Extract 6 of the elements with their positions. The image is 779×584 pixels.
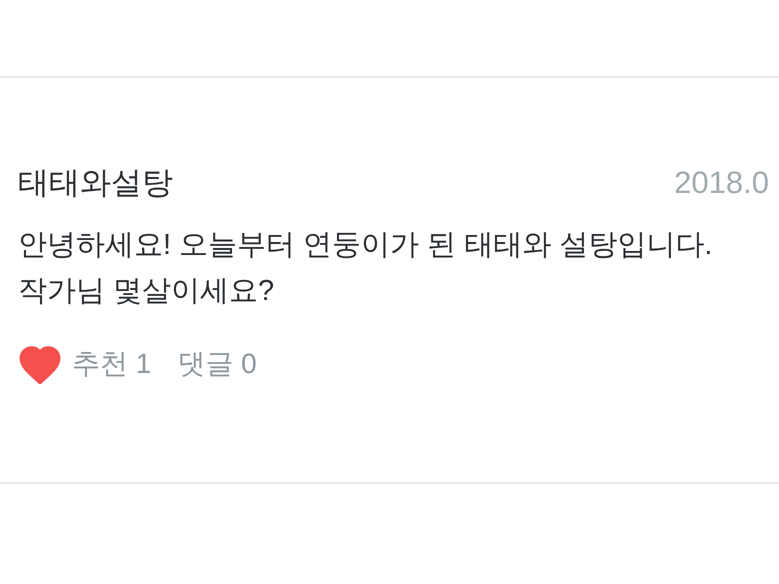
likes-count: 추천 1 <box>72 347 152 381</box>
comment-text: 안녕하세요! 오늘부터 연둥이가 된 태태와 설탕입니다. 작가님 몇살이세요? <box>18 228 714 309</box>
author-name: 태태와설탕 <box>18 166 173 198</box>
replies-count[interactable]: 댓글 0 <box>177 343 257 385</box>
heart-icon[interactable] <box>18 344 62 384</box>
comment-date: 2018.0 <box>674 166 769 198</box>
